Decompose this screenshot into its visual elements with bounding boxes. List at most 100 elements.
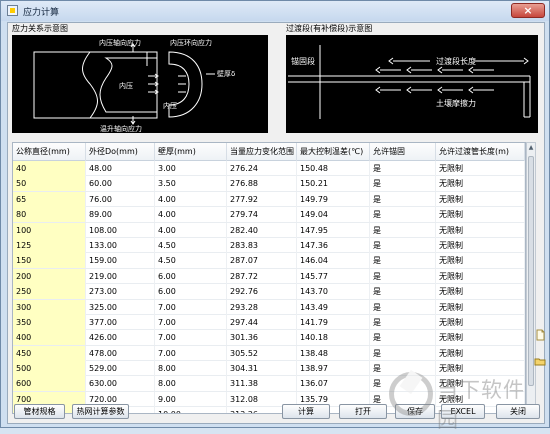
wall-thickness-cell[interactable]: 8.00 xyxy=(155,376,227,392)
wall-thickness-cell[interactable]: 7.00 xyxy=(155,330,227,346)
max-temperature-difference-cell[interactable]: 138.97 xyxy=(297,361,370,377)
wall-thickness-cell[interactable]: 6.00 xyxy=(155,284,227,300)
equivalent-stress-cell[interactable]: 282.40 xyxy=(227,222,297,238)
max-temperature-difference-cell[interactable]: 143.49 xyxy=(297,299,370,315)
allowed-transition-length-cell[interactable]: 无限制 xyxy=(436,268,525,284)
wall-thickness-cell[interactable]: 7.00 xyxy=(155,345,227,361)
column-header-wall-thickness[interactable]: 壁厚(mm) xyxy=(155,143,227,161)
title-bar[interactable]: 应力计算 × xyxy=(1,1,549,21)
wall-thickness-cell[interactable]: 7.00 xyxy=(155,299,227,315)
max-temperature-difference-cell[interactable]: 143.70 xyxy=(297,284,370,300)
table-row[interactable]: 450 478.00 7.00 305.52 138.48 是无限制 xyxy=(13,345,525,362)
table-row[interactable]: 65 76.00 4.00 277.92 149.79 是无限制 xyxy=(13,191,525,208)
allow-anchoring-cell[interactable]: 是 xyxy=(370,222,436,238)
equivalent-stress-cell[interactable]: 297.44 xyxy=(227,314,297,330)
nominal-diameter-cell[interactable]: 300 xyxy=(13,299,86,315)
nominal-diameter-cell[interactable]: 250 xyxy=(13,284,86,300)
scroll-up-arrow-icon[interactable]: ▲ xyxy=(527,143,535,153)
outer-diameter-cell[interactable]: 325.00 xyxy=(86,299,155,315)
allow-anchoring-cell[interactable]: 是 xyxy=(370,284,436,300)
allowed-transition-length-cell[interactable]: 无限制 xyxy=(436,161,525,176)
wall-thickness-cell[interactable]: 4.50 xyxy=(155,237,227,253)
column-header-max-temperature-difference[interactable]: 最大控制温差(℃) xyxy=(297,143,370,161)
table-row[interactable]: 350 377.00 7.00 297.44 141.79 是无限制 xyxy=(13,314,525,331)
table-row[interactable]: 125 133.00 4.50 283.83 147.36 是无限制 xyxy=(13,237,525,254)
table-row[interactable]: 200 219.00 6.00 287.72 145.77 是无限制 xyxy=(13,268,525,285)
allowed-transition-length-cell[interactable]: 无限制 xyxy=(436,237,525,253)
equivalent-stress-cell[interactable]: 276.24 xyxy=(227,161,297,176)
nominal-diameter-cell[interactable]: 500 xyxy=(13,361,86,377)
table-row[interactable]: 400 426.00 7.00 301.36 140.18 是无限制 xyxy=(13,330,525,346)
allowed-transition-length-cell[interactable]: 无限制 xyxy=(436,345,525,361)
max-temperature-difference-cell[interactable]: 140.18 xyxy=(297,330,370,346)
allowed-transition-length-cell[interactable]: 无限制 xyxy=(436,299,525,315)
max-temperature-difference-cell[interactable]: 147.95 xyxy=(297,222,370,238)
outer-diameter-cell[interactable]: 48.00 xyxy=(86,161,155,176)
thermal-parameters-button[interactable]: 热网计算参数 xyxy=(72,404,129,419)
nominal-diameter-cell[interactable]: 80 xyxy=(13,207,86,223)
table-row[interactable]: 40 48.00 3.00 276.24 150.48 是无限制 xyxy=(13,161,525,177)
equivalent-stress-cell[interactable]: 283.83 xyxy=(227,237,297,253)
outer-diameter-cell[interactable]: 273.00 xyxy=(86,284,155,300)
nominal-diameter-cell[interactable]: 450 xyxy=(13,345,86,361)
allowed-transition-length-cell[interactable]: 无限制 xyxy=(436,253,525,269)
outer-diameter-cell[interactable]: 529.00 xyxy=(86,361,155,377)
wall-thickness-cell[interactable]: 8.00 xyxy=(155,361,227,377)
wall-thickness-cell[interactable]: 4.00 xyxy=(155,207,227,223)
wall-thickness-cell[interactable]: 7.00 xyxy=(155,314,227,330)
allow-anchoring-cell[interactable]: 是 xyxy=(370,237,436,253)
outer-diameter-cell[interactable]: 426.00 xyxy=(86,330,155,346)
wall-thickness-cell[interactable]: 3.00 xyxy=(155,161,227,176)
allow-anchoring-cell[interactable]: 是 xyxy=(370,268,436,284)
wall-thickness-cell[interactable]: 9.00 xyxy=(155,391,227,407)
wall-thickness-cell[interactable]: 4.50 xyxy=(155,253,227,269)
max-temperature-difference-cell[interactable]: 149.04 xyxy=(297,207,370,223)
outer-diameter-cell[interactable]: 630.00 xyxy=(86,376,155,392)
max-temperature-difference-cell[interactable]: 136.07 xyxy=(297,376,370,392)
column-header-allow-anchoring[interactable]: 允许锚固 xyxy=(370,143,436,161)
allow-anchoring-cell[interactable]: 是 xyxy=(370,207,436,223)
equivalent-stress-cell[interactable]: 305.52 xyxy=(227,345,297,361)
wall-thickness-cell[interactable]: 3.50 xyxy=(155,176,227,192)
column-header-equivalent-stress-range[interactable]: 当量应力变化范围 xyxy=(227,143,297,161)
window-close-button[interactable]: × xyxy=(511,3,545,18)
allow-anchoring-cell[interactable]: 是 xyxy=(370,299,436,315)
outer-diameter-cell[interactable]: 89.00 xyxy=(86,207,155,223)
allowed-transition-length-cell[interactable]: 无限制 xyxy=(436,176,525,192)
allow-anchoring-cell[interactable]: 是 xyxy=(370,161,436,176)
allow-anchoring-cell[interactable]: 是 xyxy=(370,330,436,346)
max-temperature-difference-cell[interactable]: 150.48 xyxy=(297,161,370,176)
pipe-spec-button[interactable]: 管材规格 xyxy=(14,404,65,419)
allow-anchoring-cell[interactable]: 是 xyxy=(370,253,436,269)
outer-diameter-cell[interactable]: 108.00 xyxy=(86,222,155,238)
equivalent-stress-cell[interactable]: 279.74 xyxy=(227,207,297,223)
outer-diameter-cell[interactable]: 219.00 xyxy=(86,268,155,284)
table-row[interactable]: 80 89.00 4.00 279.74 149.04 是无限制 xyxy=(13,207,525,223)
max-temperature-difference-cell[interactable]: 138.48 xyxy=(297,345,370,361)
max-temperature-difference-cell[interactable]: 146.04 xyxy=(297,253,370,269)
calculate-button[interactable]: 计算 xyxy=(282,404,330,419)
nominal-diameter-cell[interactable]: 350 xyxy=(13,314,86,330)
equivalent-stress-cell[interactable]: 287.07 xyxy=(227,253,297,269)
allowed-transition-length-cell[interactable]: 无限制 xyxy=(436,191,525,207)
max-temperature-difference-cell[interactable]: 141.79 xyxy=(297,314,370,330)
wall-thickness-cell[interactable]: 10.00 xyxy=(155,407,227,413)
nominal-diameter-cell[interactable]: 400 xyxy=(13,330,86,346)
wall-thickness-cell[interactable]: 4.00 xyxy=(155,191,227,207)
column-header-allowed-transition-length[interactable]: 允许过渡管长度(m) xyxy=(436,143,525,161)
allowed-transition-length-cell[interactable]: 无限制 xyxy=(436,284,525,300)
open-folder-icon[interactable] xyxy=(534,355,546,367)
equivalent-stress-cell[interactable]: 287.72 xyxy=(227,268,297,284)
nominal-diameter-cell[interactable]: 65 xyxy=(13,191,86,207)
table-row[interactable]: 150 159.00 4.50 287.07 146.04 是无限制 xyxy=(13,253,525,269)
allowed-transition-length-cell[interactable]: 无限制 xyxy=(436,207,525,223)
allowed-transition-length-cell[interactable]: 无限制 xyxy=(436,330,525,346)
allowed-transition-length-cell[interactable]: 无限制 xyxy=(436,222,525,238)
nominal-diameter-cell[interactable]: 200 xyxy=(13,268,86,284)
outer-diameter-cell[interactable]: 159.00 xyxy=(86,253,155,269)
nominal-diameter-cell[interactable]: 600 xyxy=(13,376,86,392)
allow-anchoring-cell[interactable]: 是 xyxy=(370,314,436,330)
wall-thickness-cell[interactable]: 4.00 xyxy=(155,222,227,238)
equivalent-stress-cell[interactable]: 293.28 xyxy=(227,299,297,315)
equivalent-stress-cell[interactable]: 304.31 xyxy=(227,361,297,377)
